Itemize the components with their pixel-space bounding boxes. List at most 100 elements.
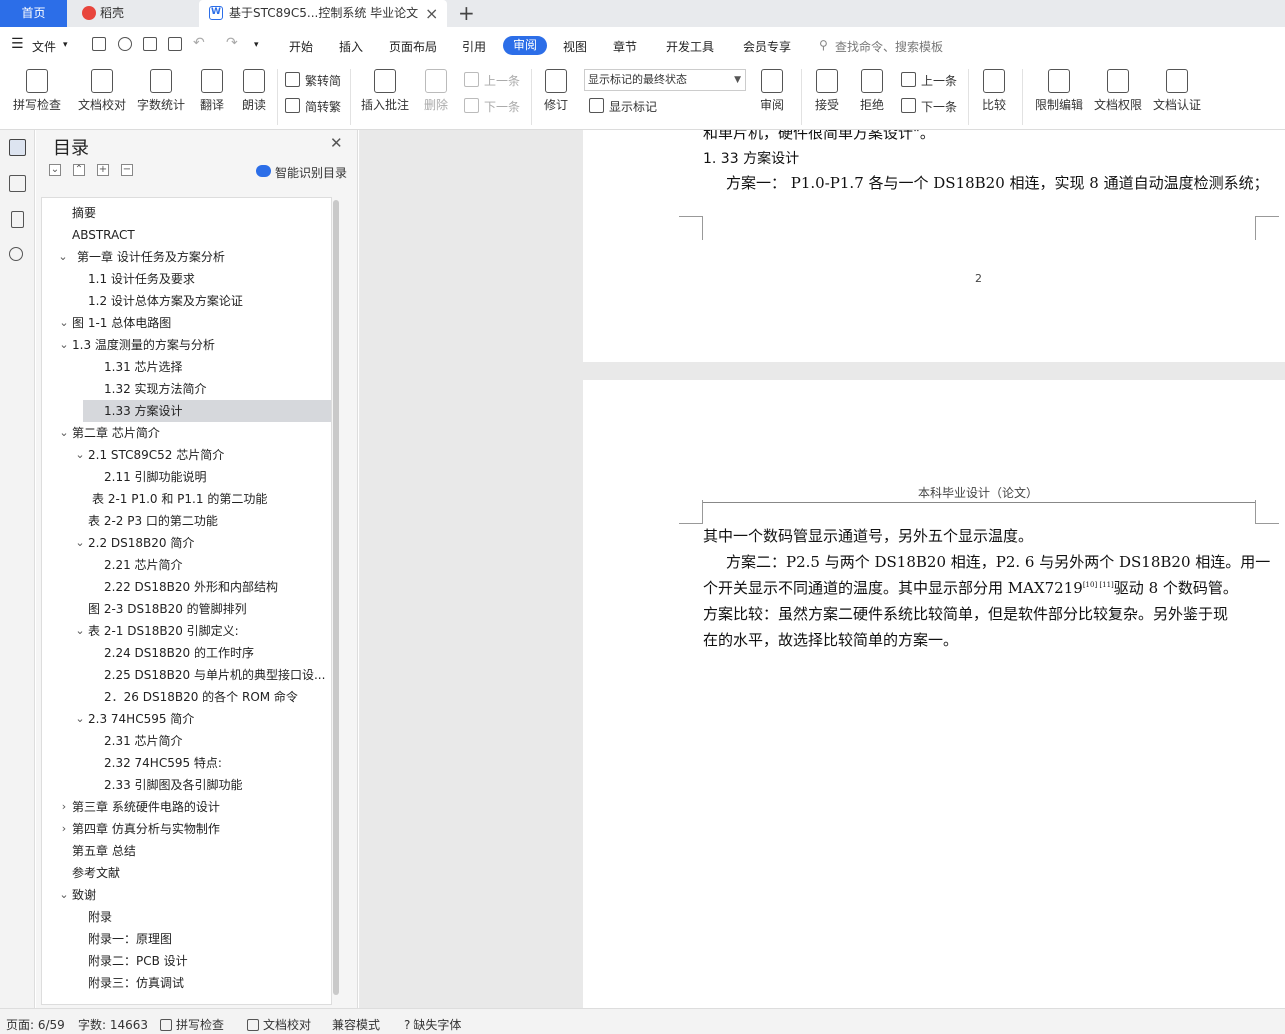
smart-toc-button[interactable]: 智能识别目录: [256, 164, 347, 181]
prev-change-button[interactable]: 上一条: [901, 72, 957, 89]
toc-item[interactable]: ⌄ 2.1 STC89C52 芯片简介: [42, 444, 331, 466]
chevron-right-icon[interactable]: ›: [58, 796, 70, 818]
restrict-edit-button[interactable]: 限制编辑: [1033, 63, 1085, 113]
toc-item[interactable]: 1.32 实现方法简介: [42, 378, 331, 400]
doc-certify-button[interactable]: 文档认证: [1151, 63, 1203, 113]
toc-item[interactable]: ⌄ 第一章 设计任务及方案分析: [42, 246, 331, 268]
toc-item[interactable]: 2.25 DS18B20 与单片机的典型接口设...: [42, 664, 331, 686]
print-icon[interactable]: [143, 37, 157, 51]
add-heading-icon[interactable]: +: [97, 164, 109, 176]
toc-item[interactable]: 1.1 设计任务及要求: [42, 268, 331, 290]
toc-item[interactable]: 表 2-2 P3 口的第二功能: [42, 510, 331, 532]
review-pane-button[interactable]: 审阅: [754, 63, 790, 113]
doc-permission-button[interactable]: 文档权限: [1092, 63, 1144, 113]
toc-item[interactable]: ⌄ 表 2-1 DS18B20 引脚定义:: [42, 620, 331, 642]
compare-button[interactable]: 比较: [976, 63, 1012, 113]
toc-item[interactable]: 摘要: [42, 202, 331, 224]
status-spell-check[interactable]: 拼写检查: [160, 1016, 224, 1033]
accept-button[interactable]: 接受: [809, 63, 845, 113]
toc-item[interactable]: 2.11 引脚功能说明: [42, 466, 331, 488]
chevron-right-icon[interactable]: ›: [58, 818, 70, 840]
markup-state-select[interactable]: 显示标记的最终状态 ▼: [584, 69, 746, 91]
toc-item[interactable]: 1.31 芯片选择: [42, 356, 331, 378]
toc-item[interactable]: 附录: [42, 906, 331, 928]
menu-reference[interactable]: 引用: [462, 38, 486, 55]
toc-item[interactable]: ⌄ 致谢: [42, 884, 331, 906]
menu-insert[interactable]: 插入: [339, 38, 363, 55]
toc-item[interactable]: 附录三：仿真调试: [42, 972, 331, 994]
tab-document[interactable]: 基于STC89C5...控制系统 毕业论文: [199, 0, 447, 27]
close-icon[interactable]: ✕: [330, 134, 343, 152]
toc-panel-icon[interactable]: [9, 139, 26, 156]
print-preview-icon[interactable]: [168, 37, 182, 51]
chevron-down-icon[interactable]: ⌄: [74, 444, 86, 466]
tab-daoke[interactable]: 稻壳: [68, 0, 196, 27]
chevron-down-icon[interactable]: ⌄: [58, 884, 70, 906]
translate-button[interactable]: 翻译: [194, 63, 230, 113]
chevron-down-icon[interactable]: ⌄: [74, 620, 86, 642]
chevron-down-icon[interactable]: ⌄: [74, 532, 86, 554]
delete-comment-button[interactable]: 删除: [418, 63, 454, 113]
toc-item[interactable]: ⌄ 图 1-1 总体电路图: [42, 312, 331, 334]
menu-review[interactable]: 审阅: [503, 36, 547, 55]
toc-item[interactable]: 2.33 引脚图及各引脚功能: [42, 774, 331, 796]
close-tab-icon[interactable]: ×: [425, 4, 438, 23]
hamburger-icon[interactable]: ☰: [11, 36, 24, 52]
toc-item[interactable]: 附录二：PCB 设计: [42, 950, 331, 972]
chevron-down-icon[interactable]: ▾: [63, 40, 68, 50]
toc-item[interactable]: 2.21 芯片简介: [42, 554, 331, 576]
quick-access-dropdown-icon[interactable]: ▾: [254, 40, 259, 50]
toc-item[interactable]: 2.22 DS18B20 外形和内部结构: [42, 576, 331, 598]
toc-item[interactable]: 第五章 总结: [42, 840, 331, 862]
collapse-all-icon[interactable]: ⌄: [49, 164, 61, 176]
toc-scrollbar[interactable]: [333, 200, 339, 995]
tab-home[interactable]: 首页: [0, 0, 67, 27]
document-area[interactable]: 和单片机，硬件很简单方案设计"。 1. 33 方案设计 方案一： P1.0-P1…: [359, 130, 1285, 1008]
remove-heading-icon[interactable]: −: [121, 164, 133, 176]
toc-item[interactable]: ⌄ 2.2 DS18B20 简介: [42, 532, 331, 554]
page-indicator[interactable]: 页面: 6/59: [6, 1016, 65, 1033]
menu-section[interactable]: 章节: [613, 38, 637, 55]
status-proofread[interactable]: 文档校对: [247, 1016, 311, 1033]
new-tab-icon[interactable]: +: [458, 1, 475, 25]
word-count-button[interactable]: 字数统计: [135, 63, 187, 113]
toc-item[interactable]: 1.2 设计总体方案及方案论证: [42, 290, 331, 312]
bookmark-icon[interactable]: [11, 211, 24, 228]
undo-icon[interactable]: ↶: [193, 35, 205, 51]
document-proofread-button[interactable]: 文档校对: [76, 63, 128, 113]
export-icon[interactable]: [118, 37, 132, 51]
toc-item[interactable]: 参考文献: [42, 862, 331, 884]
menu-start[interactable]: 开始: [289, 38, 313, 55]
redo-icon[interactable]: ↷: [226, 35, 238, 51]
insert-comment-button[interactable]: 插入批注: [359, 63, 411, 113]
next-change-button[interactable]: 下一条: [901, 98, 957, 115]
toc-item[interactable]: 2.24 DS18B20 的工作时序: [42, 642, 331, 664]
expand-up-icon[interactable]: ⌃: [73, 164, 85, 176]
menu-dev-tools[interactable]: 开发工具: [666, 38, 714, 55]
menu-member[interactable]: 会员专享: [743, 38, 791, 55]
chevron-down-icon[interactable]: ⌄: [58, 312, 70, 334]
reject-button[interactable]: 拒绝: [854, 63, 890, 113]
word-count-indicator[interactable]: 字数: 14663: [78, 1016, 148, 1033]
toc-item[interactable]: 2.31 芯片简介: [42, 730, 331, 752]
compat-mode[interactable]: 兼容模式: [332, 1016, 380, 1033]
toc-item[interactable]: › 第四章 仿真分析与实物制作: [42, 818, 331, 840]
save-icon[interactable]: [92, 37, 106, 51]
chevron-down-icon[interactable]: ⌄: [58, 422, 70, 444]
track-changes-button[interactable]: 修订: [538, 63, 574, 113]
toc-item[interactable]: › 第三章 系统硬件电路的设计: [42, 796, 331, 818]
command-search-input[interactable]: 查找命令、搜索模板: [835, 38, 943, 55]
prev-comment-button[interactable]: 上一条: [464, 72, 520, 89]
menu-file[interactable]: 文件: [32, 38, 56, 55]
menu-view[interactable]: 视图: [563, 38, 587, 55]
chevron-down-icon[interactable]: ⌄: [58, 334, 70, 356]
toc-item[interactable]: 表 2-1 P1.0 和 P1.1 的第二功能: [42, 488, 331, 510]
toc-item[interactable]: ⌄ 第二章 芯片简介: [42, 422, 331, 444]
spell-check-button[interactable]: 拼写检查: [8, 63, 66, 113]
toc-item[interactable]: 2．26 DS18B20 的各个 ROM 命令: [42, 686, 331, 708]
toc-item[interactable]: 2.32 74HC595 特点:: [42, 752, 331, 774]
trad-to-simp-button[interactable]: 繁转简: [285, 72, 341, 89]
toc-item[interactable]: 1.33 方案设计: [83, 400, 331, 422]
missing-font[interactable]: ? 缺失字体: [404, 1016, 461, 1033]
simp-to-trad-button[interactable]: 简转繁: [285, 98, 341, 115]
